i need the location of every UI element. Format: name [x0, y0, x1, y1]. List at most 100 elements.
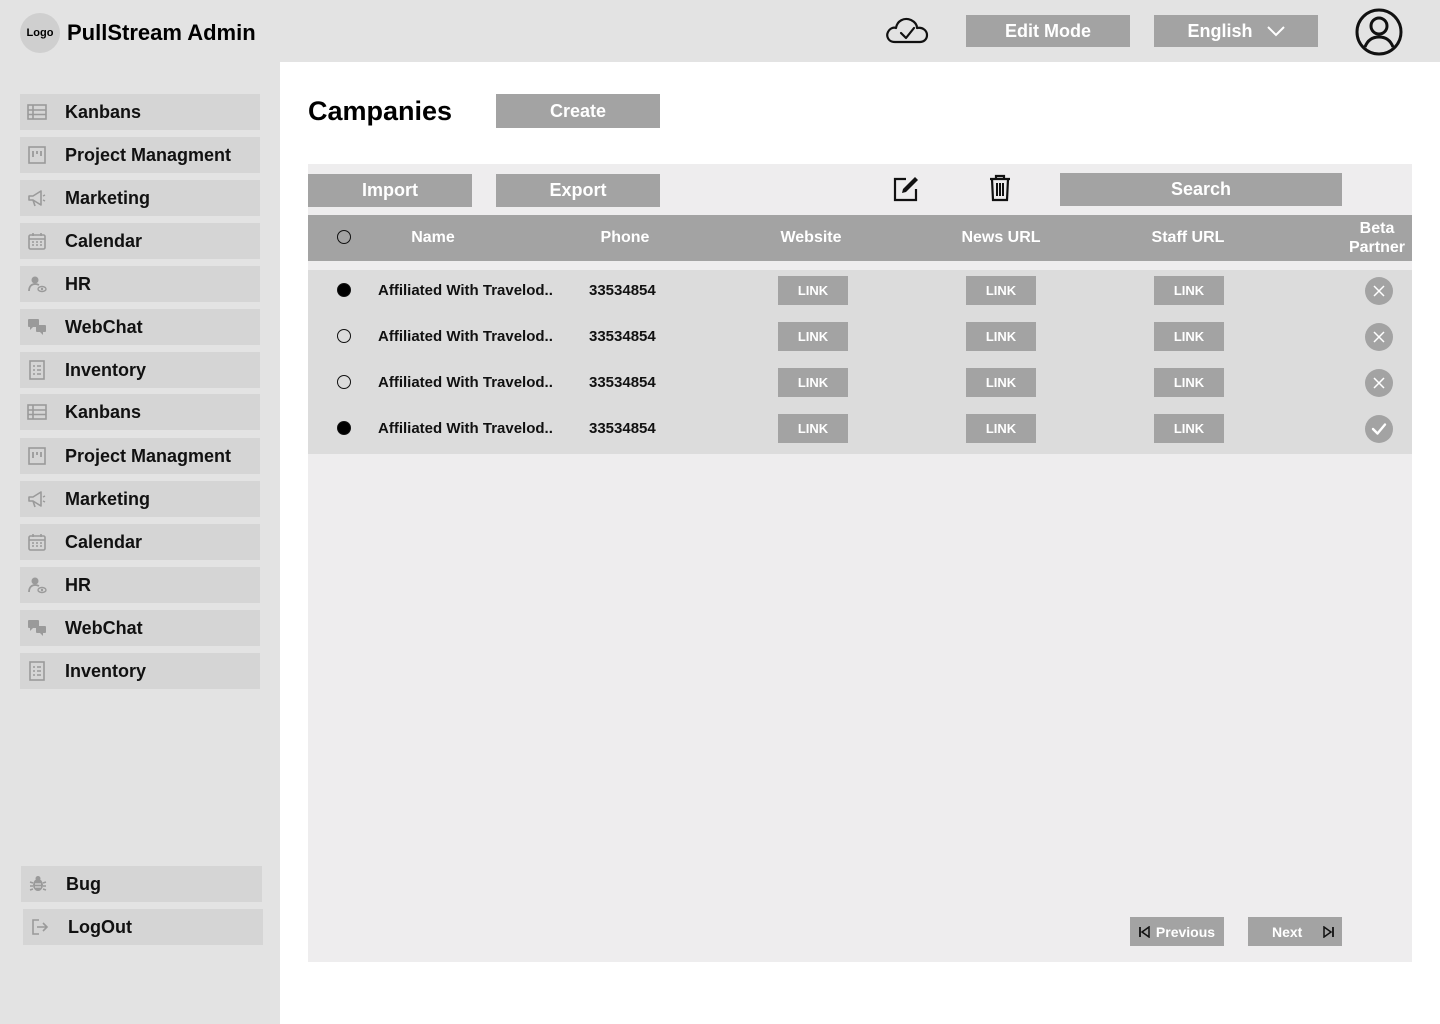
sidebar-item-hr[interactable]: HR — [20, 567, 260, 603]
row-select-radio[interactable] — [337, 329, 351, 343]
sidebar-item-bug[interactable]: Bug — [21, 866, 262, 902]
kanban-icon — [27, 402, 47, 422]
column-header-name[interactable]: Name — [388, 215, 478, 261]
sidebar-item-inventory[interactable]: Inventory — [20, 653, 260, 689]
search-label: Search — [1170, 179, 1232, 199]
company-name: Affiliated With Travelod.. — [378, 419, 553, 437]
sidebar-item-logout[interactable]: LogOut — [23, 909, 263, 945]
select-all-radio[interactable] — [337, 230, 351, 244]
table-row[interactable]: Affiliated With Travelod.. 33534854 LINK LI… — [308, 270, 1412, 316]
sidebar-item-label: Bug — [66, 873, 101, 894]
sidebar-item-label: Project Managment — [65, 445, 232, 466]
company-phone: 33534854 — [589, 373, 656, 391]
calendar-icon — [27, 231, 47, 251]
news-url-link-button[interactable]: LINK — [966, 322, 1036, 351]
edit-icon[interactable] — [891, 174, 921, 204]
create-label: Create — [549, 100, 607, 121]
news-url-link-button[interactable]: LINK — [966, 276, 1036, 305]
sidebar-item-label: HR — [65, 273, 91, 294]
company-name: Affiliated With Travelod.. — [378, 373, 553, 391]
sidebar-item-label: Marketing — [65, 488, 151, 509]
last-page-icon — [1323, 926, 1334, 938]
column-header-website[interactable]: Website — [766, 215, 856, 261]
project-board-icon — [27, 446, 47, 466]
language-label: English — [1187, 20, 1253, 41]
import-button[interactable]: Import — [308, 174, 472, 207]
row-select-radio[interactable] — [337, 283, 351, 297]
row-select-radio[interactable] — [337, 421, 351, 435]
beta-line2: Partner — [1348, 239, 1406, 256]
edit-mode-button[interactable]: Edit Mode — [966, 15, 1130, 47]
sidebar-item-hr[interactable]: HR — [20, 266, 260, 302]
sidebar-item-kanbans[interactable]: Kanbans — [20, 394, 260, 430]
beta-line1: Beta — [1359, 220, 1395, 237]
staff-url-link-button[interactable]: LINK — [1154, 276, 1224, 305]
calendar-icon — [27, 532, 47, 552]
top-bar: Logo PullStream Admin Edit Mode English — [0, 0, 1440, 62]
language-select[interactable]: English — [1154, 15, 1318, 47]
sidebar-item-label: LogOut — [68, 916, 132, 937]
sidebar-item-calendar[interactable]: Calendar — [20, 524, 260, 560]
news-url-link-button[interactable]: LINK — [966, 368, 1036, 397]
chevron-down-icon — [1266, 26, 1285, 37]
trash-icon[interactable] — [987, 174, 1013, 202]
megaphone-icon — [27, 188, 47, 208]
row-select-radio[interactable] — [337, 375, 351, 389]
company-name: Affiliated With Travelod.. — [378, 327, 553, 345]
website-link-button[interactable]: LINK — [778, 368, 848, 397]
close-icon[interactable] — [1365, 369, 1393, 397]
chat-bubbles-icon — [27, 317, 47, 337]
sidebar-item-label: HR — [65, 574, 91, 595]
staff-url-link-button[interactable]: LINK — [1154, 368, 1224, 397]
sidebar-item-project-managment[interactable]: Project Managment — [20, 137, 260, 173]
website-link-button[interactable]: LINK — [778, 322, 848, 351]
column-header-phone[interactable]: Phone — [580, 215, 670, 261]
check-icon[interactable] — [1365, 415, 1393, 443]
next-label: Next — [1272, 923, 1303, 940]
previous-label: Previous — [1155, 923, 1216, 940]
close-icon[interactable] — [1365, 323, 1393, 351]
sidebar-item-label: Calendar — [65, 531, 143, 552]
cloud-sync-icon[interactable] — [884, 14, 930, 48]
table-body: Affiliated With Travelod.. 33534854 LINK LI… — [308, 270, 1412, 454]
kanban-icon — [27, 102, 47, 122]
sidebar-item-inventory[interactable]: Inventory — [20, 352, 260, 388]
table-row[interactable]: Affiliated With Travelod.. 33534854 LINK LI… — [308, 408, 1412, 454]
sidebar-item-project-managment[interactable]: Project Managment — [20, 438, 260, 474]
sidebar-item-label: WebChat — [65, 316, 143, 337]
sidebar-item-webchat[interactable]: WebChat — [20, 309, 260, 345]
table-row[interactable]: Affiliated With Travelod.. 33534854 LINK LI… — [308, 362, 1412, 408]
website-link-button[interactable]: LINK — [778, 276, 848, 305]
search-button[interactable]: Search — [1060, 173, 1342, 206]
sidebar-item-kanbans[interactable]: Kanbans — [20, 94, 260, 130]
sidebar-item-label: Kanbans — [65, 401, 142, 422]
website-link-button[interactable]: LINK — [778, 414, 848, 443]
inventory-form-icon — [27, 360, 47, 380]
staff-url-link-button[interactable]: LINK — [1154, 414, 1224, 443]
first-page-icon — [1139, 925, 1150, 938]
sidebar-item-label: Inventory — [65, 660, 147, 681]
news-url-link-button[interactable]: LINK — [966, 414, 1036, 443]
previous-button[interactable]: Previous — [1130, 917, 1224, 946]
column-header-staff-url[interactable]: Staff URL — [1143, 215, 1233, 261]
table-header: Name Phone Website News URL Staff URL Be… — [308, 215, 1412, 261]
sidebar-item-webchat[interactable]: WebChat — [20, 610, 260, 646]
user-avatar-icon[interactable] — [1354, 8, 1404, 56]
logout-icon — [30, 917, 50, 937]
column-header-news-url[interactable]: News URL — [951, 215, 1051, 261]
sidebar-item-label: Marketing — [65, 187, 151, 208]
next-button[interactable]: Next — [1248, 917, 1342, 946]
company-phone: 33534854 — [589, 419, 656, 437]
create-button[interactable]: Create — [496, 94, 660, 128]
sidebar-item-label: Project Managment — [65, 144, 232, 165]
sidebar-item-calendar[interactable]: Calendar — [20, 223, 260, 259]
staff-url-link-button[interactable]: LINK — [1154, 322, 1224, 351]
export-button[interactable]: Export — [496, 174, 660, 207]
sidebar-item-marketing[interactable]: Marketing — [20, 180, 260, 216]
column-header-beta-partner[interactable]: Beta Partner — [1342, 215, 1412, 261]
sidebar-item-label: WebChat — [65, 617, 143, 638]
table-row[interactable]: Affiliated With Travelod.. 33534854 LINK LI… — [308, 316, 1412, 362]
company-phone: 33534854 — [589, 281, 656, 299]
sidebar-item-marketing[interactable]: Marketing — [20, 481, 260, 517]
close-icon[interactable] — [1365, 277, 1393, 305]
